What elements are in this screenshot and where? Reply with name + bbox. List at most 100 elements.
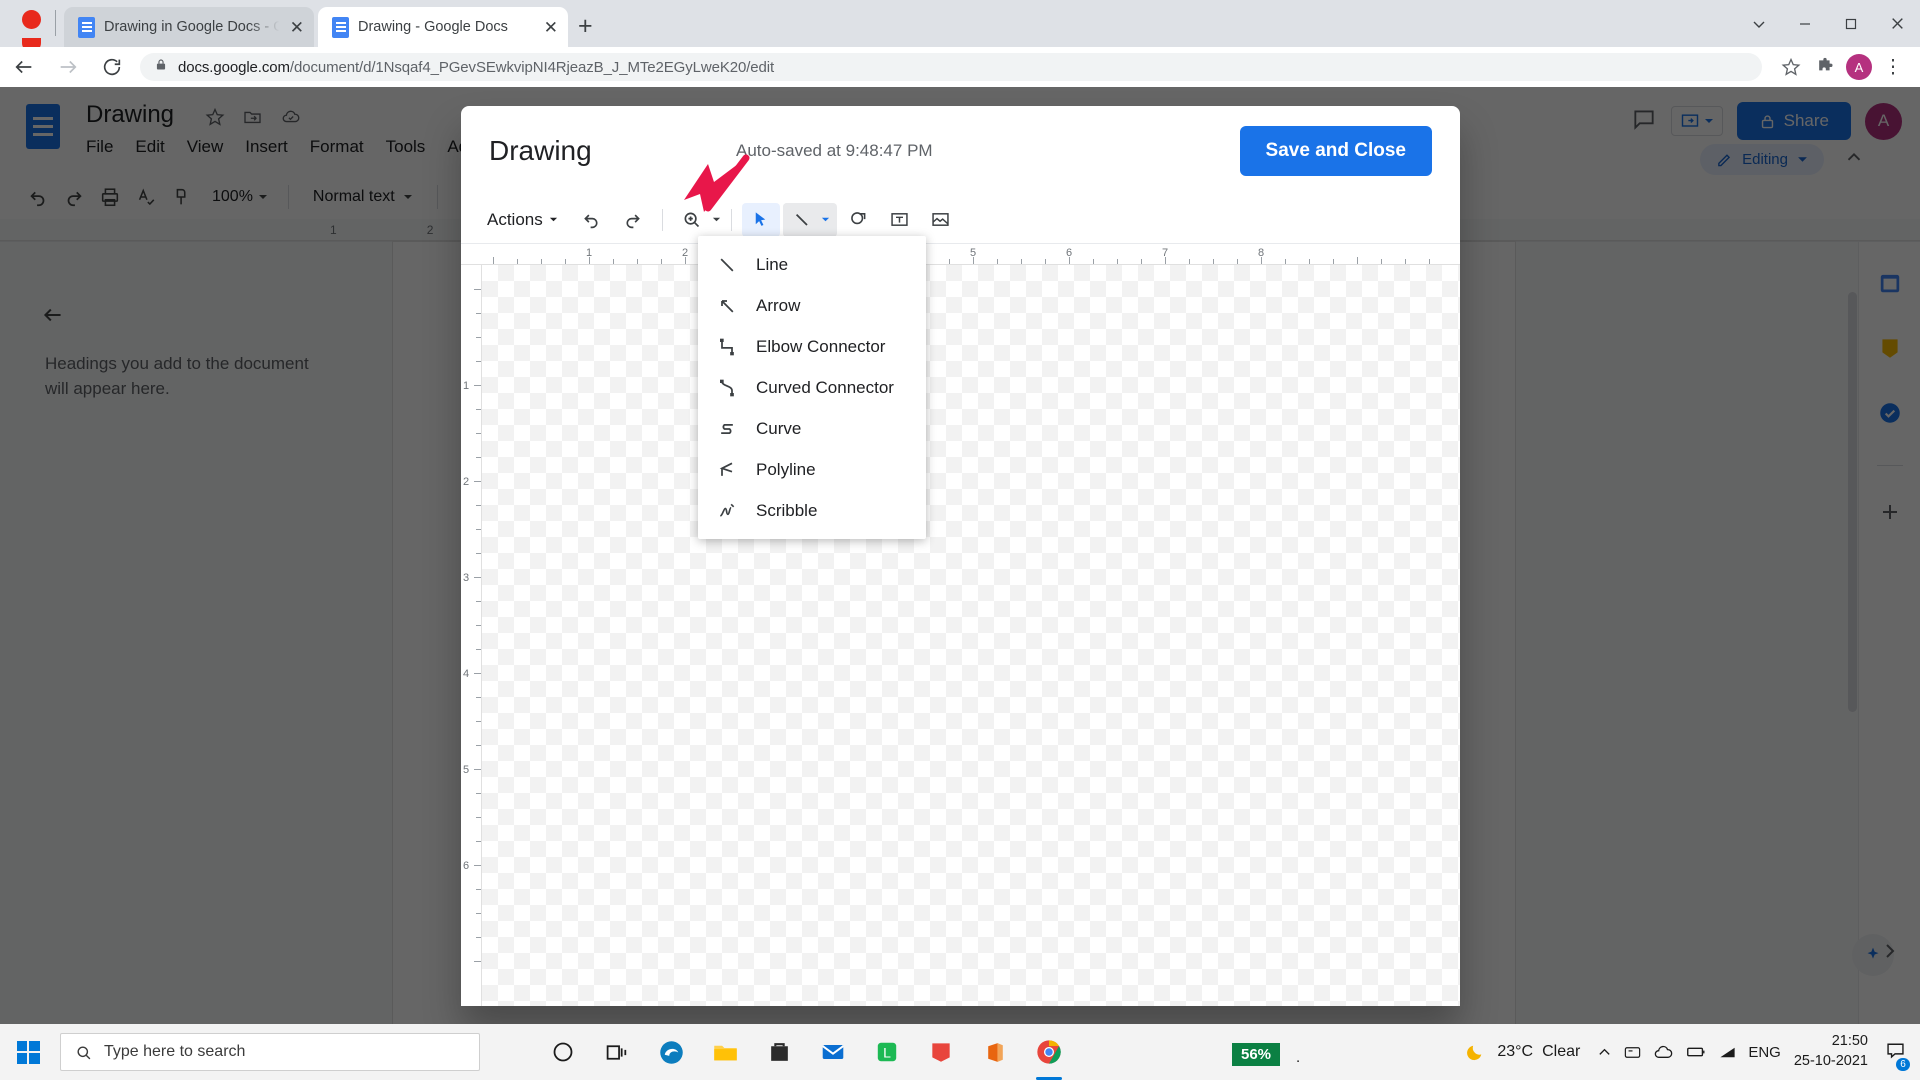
undo-icon[interactable] xyxy=(573,203,611,237)
svg-text:2: 2 xyxy=(463,476,469,488)
docs-favicon-icon xyxy=(78,16,95,38)
taskbar-app-icons: L xyxy=(540,1029,1072,1080)
profile-avatar[interactable]: A xyxy=(1846,54,1872,80)
menu-item-curve[interactable]: Curve xyxy=(698,408,926,449)
task-view-icon[interactable] xyxy=(594,1029,640,1075)
curve-icon xyxy=(716,419,738,439)
taskbar-search-box[interactable]: Type here to search xyxy=(60,1033,480,1071)
save-and-close-button[interactable]: Save and Close xyxy=(1239,126,1432,176)
actions-label: Actions xyxy=(487,209,543,229)
app-m-icon[interactable] xyxy=(918,1029,964,1075)
menu-item-label: Line xyxy=(756,254,789,274)
menu-item-elbow-connector[interactable]: Elbow Connector xyxy=(698,326,926,367)
language-indicator[interactable]: ENG xyxy=(1748,1044,1781,1061)
edge-icon[interactable] xyxy=(648,1029,694,1075)
file-explorer-icon[interactable] xyxy=(702,1029,748,1075)
screen: Drawing File Edit View Insert Format Too… xyxy=(0,0,1920,1080)
redo-icon[interactable] xyxy=(614,203,652,237)
browser-tab-active[interactable]: Drawing - Google Docs ✕ xyxy=(318,7,568,47)
notification-icon xyxy=(1887,1043,1904,1059)
zoom-dropdown-arrow[interactable] xyxy=(712,211,721,229)
menu-item-curved-connector[interactable]: Curved Connector xyxy=(698,367,926,408)
chrome-icon[interactable] xyxy=(1026,1029,1072,1080)
menu-item-label: Curved Connector xyxy=(756,377,894,397)
app-l-icon[interactable]: L xyxy=(864,1029,910,1075)
menu-item-scribble[interactable]: Scribble xyxy=(698,490,926,531)
toolbar-divider-2 xyxy=(730,208,732,231)
toolbar-divider xyxy=(661,208,663,231)
extensions-puzzle-icon[interactable] xyxy=(1808,47,1842,87)
dialog-header: Drawing Auto-saved at 9:48:47 PM Save an… xyxy=(461,106,1460,196)
line-tool-group[interactable] xyxy=(782,202,837,237)
textbox-icon[interactable] xyxy=(881,203,919,237)
close-button[interactable] xyxy=(1874,0,1920,47)
notification-count: 6 xyxy=(1896,1058,1910,1071)
line-icon xyxy=(716,255,738,275)
vruler-ticks: 1 2 3 4 5 6 xyxy=(463,289,481,962)
svg-text:6: 6 xyxy=(1066,247,1072,259)
svg-text:1: 1 xyxy=(463,380,469,392)
menu-item-arrow[interactable]: Arrow xyxy=(698,285,926,326)
shape-icon[interactable] xyxy=(840,203,878,237)
window-chevron-icon[interactable] xyxy=(1736,0,1782,47)
autosave-status: Auto-saved at 9:48:47 PM xyxy=(736,141,933,160)
start-button[interactable] xyxy=(0,1024,56,1080)
svg-text:2: 2 xyxy=(682,247,688,259)
drawing-toolbar: Actions xyxy=(461,196,1460,244)
url-path: /document/d/1Nsqaf4_PGevSEwkvipNI4RjeazB… xyxy=(289,58,775,76)
line-icon[interactable] xyxy=(782,202,821,237)
reload-button[interactable] xyxy=(92,47,132,87)
mail-icon[interactable] xyxy=(810,1029,856,1075)
weather-widget[interactable]: 23°C Clear xyxy=(1465,1041,1580,1064)
store-icon[interactable] xyxy=(756,1029,802,1075)
browser-tab-strip: Drawing in Google Docs - Google ✕ Drawin… xyxy=(0,0,1920,52)
menu-item-line[interactable]: Line xyxy=(698,244,926,285)
windows-logo-icon xyxy=(16,1040,40,1064)
menu-item-label: Scribble xyxy=(756,500,818,520)
bookmark-star-icon[interactable] xyxy=(1774,47,1808,87)
dialog-title: Drawing xyxy=(489,135,592,166)
menu-item-polyline[interactable]: Polyline xyxy=(698,449,926,490)
battery-icon[interactable] xyxy=(1685,1041,1707,1063)
scribble-icon xyxy=(716,501,738,521)
elbow-connector-icon xyxy=(716,337,738,357)
browser-menu-icon[interactable]: ⋮ xyxy=(1876,47,1910,87)
cloud-icon[interactable] xyxy=(1653,1042,1674,1063)
browser-toolbar: docs.google.com/document/d/1Nsqaf4_PGevS… xyxy=(0,47,1920,87)
system-tray: 23°C Clear ENG 21:50 25-10-2021 6 xyxy=(1465,1024,1920,1080)
zoom-indicator: 56% xyxy=(1232,1043,1281,1066)
svg-text:5: 5 xyxy=(970,247,976,259)
network-icon[interactable] xyxy=(1718,1043,1737,1062)
line-dropdown-arrow[interactable] xyxy=(821,211,837,229)
actions-menu-button[interactable]: Actions xyxy=(475,204,570,236)
select-icon[interactable] xyxy=(741,202,780,237)
forward-button[interactable] xyxy=(48,47,88,87)
windows-taskbar: Type here to search L 56% . 23°C Clear E… xyxy=(0,1024,1920,1080)
address-bar[interactable]: docs.google.com/document/d/1Nsqaf4_PGevS… xyxy=(140,53,1762,81)
drawing-canvas[interactable] xyxy=(482,265,1460,1006)
image-icon[interactable] xyxy=(922,203,960,237)
tray-expand-icon[interactable] xyxy=(1597,1045,1612,1060)
cortana-icon[interactable] xyxy=(540,1029,586,1075)
new-tab-button[interactable]: + xyxy=(578,14,593,39)
svg-text:1: 1 xyxy=(586,247,592,259)
office-icon[interactable] xyxy=(972,1029,1018,1075)
menu-item-label: Curve xyxy=(756,418,802,438)
back-button[interactable] xyxy=(4,47,44,87)
lock-icon xyxy=(154,57,168,77)
minimize-button[interactable] xyxy=(1782,0,1828,47)
recording-indicator-icon xyxy=(22,10,41,29)
notification-center-button[interactable]: 6 xyxy=(1885,1039,1910,1071)
chevron-down-icon xyxy=(549,217,557,222)
close-icon[interactable]: ✕ xyxy=(290,19,304,36)
zoom-icon[interactable] xyxy=(673,203,711,237)
maximize-button[interactable] xyxy=(1828,0,1874,47)
close-icon[interactable]: ✕ xyxy=(544,19,558,36)
onedrive-icon[interactable] xyxy=(1623,1043,1642,1062)
tab-title: Drawing - Google Docs xyxy=(358,19,508,35)
clock[interactable]: 21:50 25-10-2021 xyxy=(1794,1032,1868,1071)
svg-text:5: 5 xyxy=(463,764,469,776)
browser-tab-inactive[interactable]: Drawing in Google Docs - Google ✕ xyxy=(64,7,314,47)
tab-separator xyxy=(55,10,56,36)
svg-text:L: L xyxy=(883,1044,891,1060)
